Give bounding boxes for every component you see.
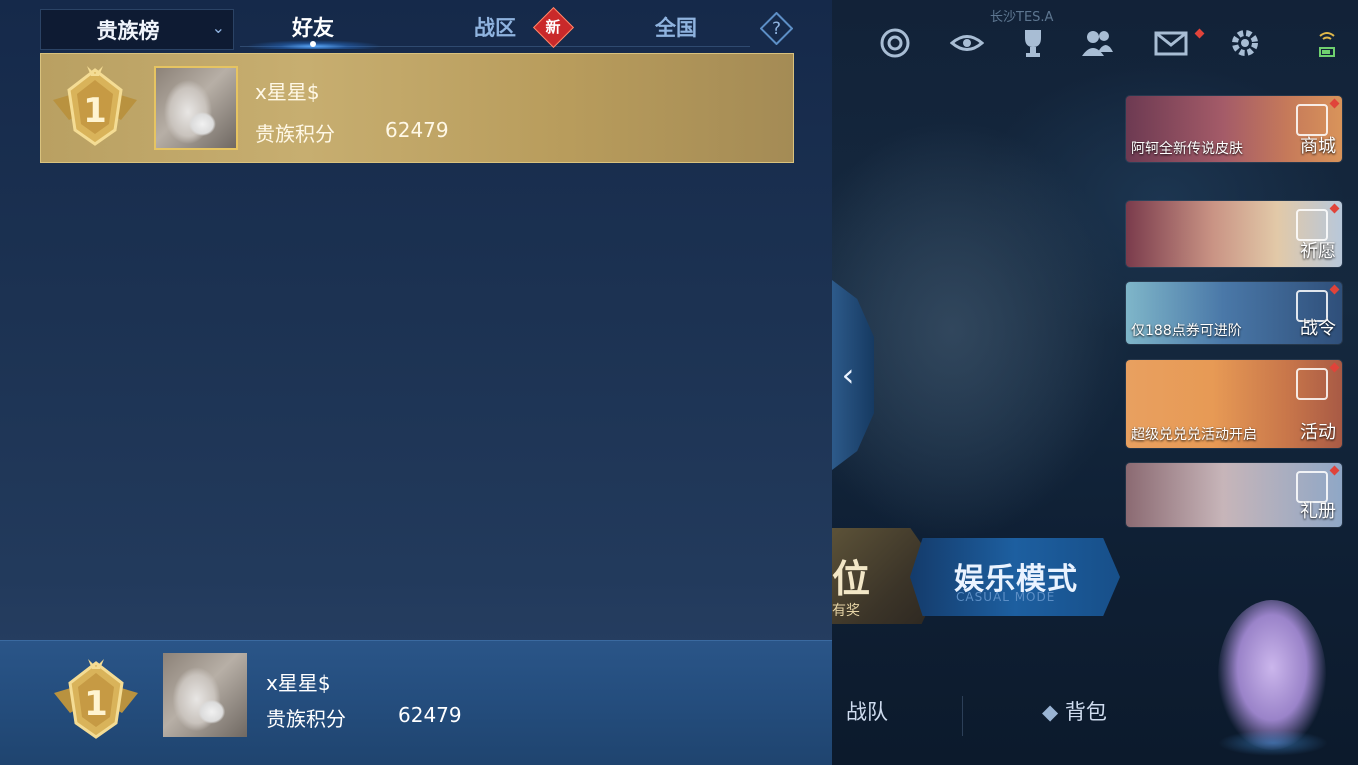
promo-tag: 活动 [1300, 422, 1336, 443]
notification-dot [1329, 362, 1340, 373]
tab-national[interactable]: 全国 [655, 12, 697, 42]
settings-icon[interactable] [1226, 24, 1264, 62]
player-name: x星星$ [255, 80, 320, 104]
board-selector-label: 贵族榜 [96, 18, 160, 43]
target-icon[interactable] [876, 24, 914, 62]
notification-dot [1329, 203, 1340, 214]
promo-tag: 商城 [1300, 136, 1336, 157]
promo-tag: 祈愿 [1300, 241, 1336, 262]
score-label: 贵族积分 [266, 707, 346, 731]
promo-caption: 仅188点券可进阶 [1131, 323, 1242, 339]
leaderboard-panel: 贵族榜 ⌄ 好友 战区 新 全国 ? 1 x星星$ 贵族积分 62479 1 x… [0, 0, 832, 765]
promo-card-shop[interactable]: 阿轲全新传说皮肤 商城 [1126, 96, 1342, 162]
mascot-glow [1218, 730, 1328, 756]
chevron-down-icon: ⌄ [211, 18, 225, 37]
bag-tab[interactable]: ◆ 背包 [1042, 696, 1107, 726]
board-selector[interactable]: 贵族榜 ⌄ [40, 9, 234, 50]
promo-caption: 阿轲全新传说皮肤 [1131, 141, 1243, 157]
promo-tag: 战令 [1300, 318, 1336, 339]
casual-mode-button[interactable]: 娱乐模式 CASUAL MODE [910, 538, 1120, 616]
ranked-mode-label: 位 [832, 557, 871, 601]
promo-caption: 超级兑兑兑活动开启 [1131, 427, 1257, 443]
new-badge-text: 新 [545, 18, 561, 36]
notification-dot [1329, 284, 1340, 295]
score-label: 贵族积分 [255, 122, 335, 146]
avatar[interactable] [163, 653, 247, 737]
rank-number: 1 [83, 91, 107, 131]
avatar[interactable] [154, 66, 238, 150]
casual-mode-sub: CASUAL MODE [956, 590, 1056, 604]
svg-text:?: ? [772, 19, 781, 39]
score-value: 62479 [398, 703, 462, 727]
leaderboard-row[interactable]: 1 x星星$ 贵族积分 62479 [40, 53, 794, 163]
notification-dot [1329, 465, 1340, 476]
server-label: 长沙TES.A [990, 10, 1054, 25]
divider [962, 696, 963, 736]
bag-icon: ◆ [1042, 700, 1059, 724]
wifi-battery-icon [1312, 24, 1342, 62]
team-tab[interactable]: 战队 [846, 696, 888, 726]
promo-card-gift[interactable]: 礼册 [1126, 463, 1342, 527]
promo-tag: 礼册 [1300, 501, 1336, 522]
self-rank-row[interactable]: 1 x星星$ 贵族积分 62479 [0, 640, 832, 765]
friends-icon[interactable] [1078, 24, 1116, 62]
rank-medal-icon: 1 [53, 66, 137, 146]
hero-artwork [832, 120, 1132, 540]
tab-friends[interactable]: 好友 [292, 12, 334, 42]
ranked-mode-sub: 有奖 [832, 603, 860, 619]
tab-zone[interactable]: 战区 [474, 12, 516, 42]
rank-number: 1 [84, 684, 108, 724]
eye-icon[interactable] [948, 24, 986, 62]
promo-card-pass[interactable]: 仅188点券可进阶 战令 [1126, 282, 1342, 344]
player-name: x星星$ [266, 671, 331, 695]
promo-card-wish[interactable]: 祈愿 [1126, 201, 1342, 267]
score-value: 62479 [385, 118, 449, 142]
bag-tab-label: 背包 [1064, 700, 1107, 724]
promo-card-event[interactable]: 超级兑兑兑活动开启 活动 [1126, 360, 1342, 448]
question-icon[interactable]: ? [759, 11, 794, 46]
mail-icon[interactable] [1152, 24, 1190, 62]
rank-medal-icon: 1 [54, 659, 138, 739]
event-icon [1296, 368, 1328, 400]
mascot-character[interactable] [1218, 600, 1326, 750]
chevron-left-icon: ‹ [841, 356, 855, 394]
notification-dot [1329, 98, 1340, 109]
trophy-icon[interactable] [1014, 24, 1052, 62]
